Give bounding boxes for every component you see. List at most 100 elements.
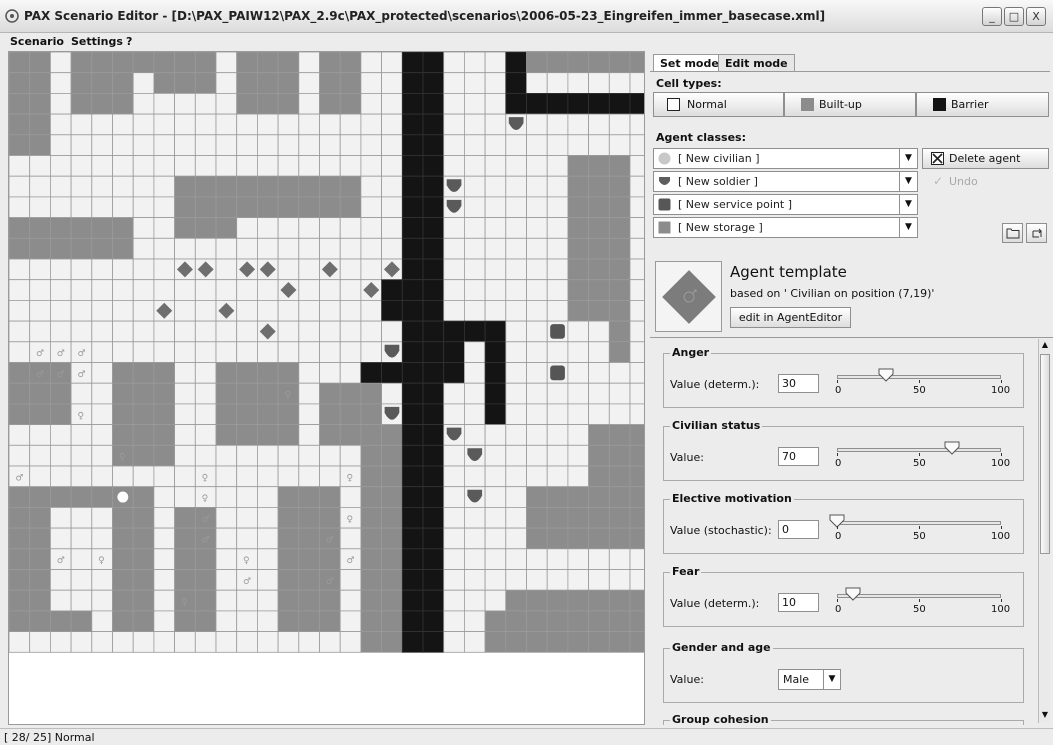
map-cell[interactable] (567, 589, 590, 612)
map-cell[interactable] (360, 52, 382, 74)
map-cell[interactable] (194, 155, 217, 177)
map-cell[interactable] (360, 196, 382, 218)
map-cell[interactable] (360, 175, 382, 198)
map-cell[interactable] (422, 589, 445, 612)
slider-thumb-icon[interactable] (845, 587, 861, 601)
map-cell[interactable] (256, 155, 279, 177)
map-cell[interactable] (401, 631, 424, 653)
map-cell[interactable] (29, 320, 51, 343)
map-cell[interactable] (546, 424, 569, 446)
map-cell[interactable] (608, 237, 631, 260)
map-cell[interactable] (215, 217, 238, 239)
map-cell[interactable] (112, 279, 134, 301)
map-cell[interactable] (526, 320, 548, 343)
map-cell[interactable] (319, 424, 341, 446)
map-cell[interactable] (174, 569, 196, 591)
map-cell[interactable] (277, 403, 300, 425)
map-cell[interactable] (298, 258, 320, 281)
map-cell[interactable] (91, 196, 113, 218)
map-cell[interactable] (526, 589, 548, 612)
map-cell[interactable] (484, 320, 507, 343)
map-cell[interactable] (70, 72, 93, 94)
chevron-down-icon[interactable]: ▼ (899, 195, 917, 214)
map-cell[interactable] (50, 217, 72, 239)
map-cell[interactable] (153, 610, 175, 633)
civilian-agent-icon[interactable]: ♀ (347, 473, 354, 483)
map-cell[interactable] (9, 237, 31, 260)
map-cell[interactable] (443, 486, 465, 508)
map-cell[interactable] (360, 569, 382, 591)
map-cell[interactable] (629, 113, 645, 136)
map-cell[interactable] (422, 237, 445, 260)
map-cell[interactable] (463, 610, 486, 633)
prop-value-input[interactable]: 30 (778, 374, 819, 393)
map-cell[interactable] (132, 527, 155, 550)
map-cell[interactable] (567, 196, 590, 218)
map-cell[interactable] (422, 258, 445, 281)
map-cell[interactable] (236, 631, 258, 653)
map-cell[interactable] (401, 589, 424, 612)
map-cell[interactable] (256, 444, 279, 467)
map-cell[interactable] (484, 631, 507, 653)
map-cell[interactable] (401, 52, 424, 74)
delete-agent-button[interactable]: Delete agent (922, 148, 1049, 169)
map-cell[interactable] (588, 465, 610, 488)
map-cell[interactable] (608, 279, 631, 301)
map-cell[interactable] (463, 113, 486, 136)
map-cell[interactable] (463, 52, 486, 74)
map-cell[interactable] (381, 113, 403, 136)
map-cell[interactable] (29, 279, 51, 301)
map-cell[interactable] (422, 631, 445, 653)
map-cell[interactable] (215, 465, 238, 488)
map-cell[interactable] (484, 196, 507, 218)
map-cell[interactable] (546, 527, 569, 550)
map-cell[interactable] (236, 506, 258, 529)
map-cell[interactable] (132, 217, 155, 239)
map-cell[interactable] (505, 72, 527, 94)
map-cell[interactable] (50, 465, 72, 488)
map-cell[interactable] (298, 506, 320, 529)
map-cell[interactable] (256, 548, 279, 570)
map-cell[interactable] (298, 444, 320, 467)
map-cell[interactable] (401, 175, 424, 198)
map-cell[interactable] (256, 93, 279, 115)
map-cell[interactable] (505, 52, 527, 74)
map-cell[interactable] (91, 134, 113, 156)
map-cell[interactable] (174, 424, 196, 446)
map-cell[interactable] (360, 362, 382, 384)
chevron-down-icon[interactable]: ▼ (823, 670, 840, 689)
map-cell[interactable] (567, 631, 590, 653)
map-cell[interactable] (381, 382, 403, 405)
map-cell[interactable] (277, 175, 300, 198)
map-cell[interactable] (319, 175, 341, 198)
map-cell[interactable] (484, 610, 507, 633)
map-cell[interactable] (319, 341, 341, 363)
map-cell[interactable] (236, 217, 258, 239)
map-cell[interactable] (463, 424, 486, 446)
chevron-down-icon[interactable]: ▼ (899, 218, 917, 237)
map-cell[interactable] (298, 569, 320, 591)
map-cell[interactable] (401, 424, 424, 446)
map-cell[interactable] (463, 341, 486, 363)
map-cell[interactable] (298, 382, 320, 405)
map-cell[interactable] (319, 196, 341, 218)
map-cell[interactable] (50, 320, 72, 343)
map-cell[interactable] (112, 362, 134, 384)
map-cell[interactable] (381, 237, 403, 260)
map-cell[interactable] (463, 382, 486, 405)
map-cell[interactable] (29, 72, 51, 94)
map-cell[interactable] (360, 527, 382, 550)
map-cell[interactable] (588, 155, 610, 177)
map-cell[interactable] (526, 444, 548, 467)
map-cell[interactable] (298, 93, 320, 115)
map-cell[interactable] (401, 217, 424, 239)
map-cell[interactable] (629, 258, 645, 281)
map-cell[interactable] (484, 506, 507, 529)
map-cell[interactable] (9, 279, 31, 301)
map-cell[interactable] (194, 113, 217, 136)
map-cell[interactable] (215, 320, 238, 343)
map-cell[interactable] (298, 175, 320, 198)
map-cell[interactable] (29, 465, 51, 488)
map-cell[interactable] (9, 424, 31, 446)
map-cell[interactable] (91, 279, 113, 301)
